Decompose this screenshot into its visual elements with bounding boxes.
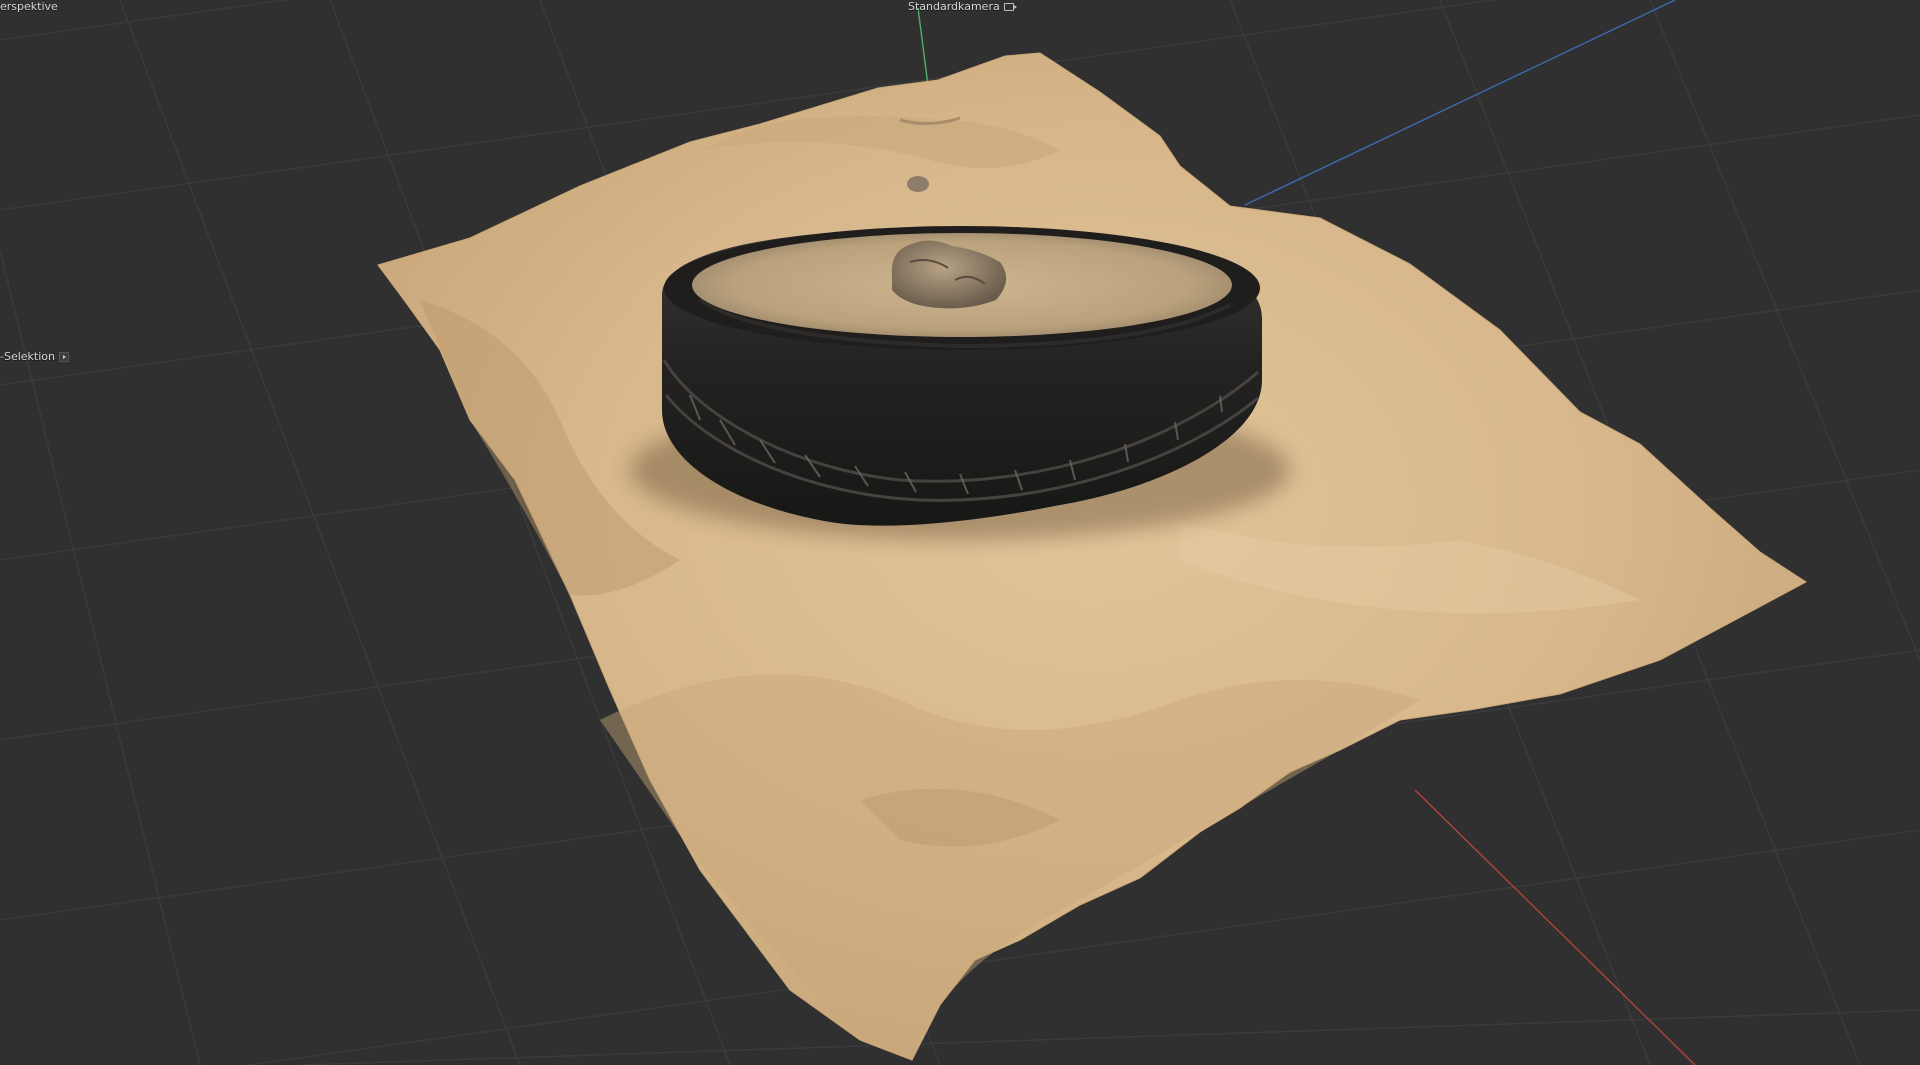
selection-text: -Selektion bbox=[0, 350, 55, 363]
camera-label[interactable]: Standardkamera bbox=[908, 0, 1017, 13]
x-axis-line bbox=[1414, 789, 1696, 1065]
view-name-text: erspektive bbox=[0, 0, 58, 13]
selection-label[interactable]: -Selektion bbox=[0, 350, 69, 363]
play-arrow-icon[interactable] bbox=[58, 351, 69, 362]
camera-name-text: Standardkamera bbox=[908, 0, 1000, 13]
z-axis-line bbox=[1244, 0, 1676, 206]
scene-canvas[interactable] bbox=[0, 0, 1920, 1065]
camera-icon[interactable] bbox=[1003, 2, 1017, 11]
sand-terrain[interactable] bbox=[377, 52, 1807, 1061]
view-name-label[interactable]: erspektive bbox=[0, 0, 58, 13]
3d-viewport[interactable]: erspektive Standardkamera -Selektion bbox=[0, 0, 1920, 1065]
tire-model[interactable] bbox=[630, 226, 1290, 540]
